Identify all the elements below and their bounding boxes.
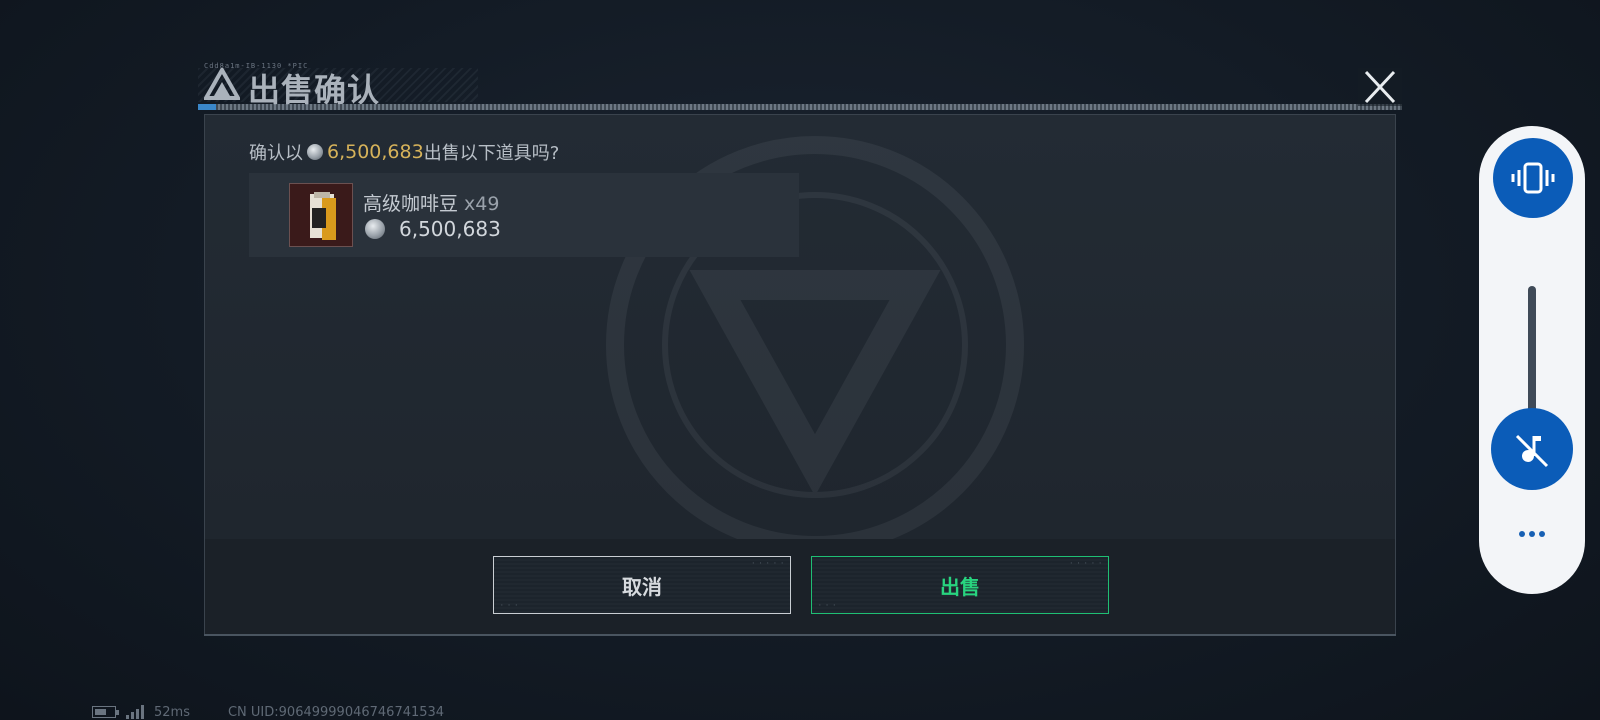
cancel-label: 取消 <box>622 574 662 599</box>
item-price-row: 6,500,683 <box>363 217 501 241</box>
more-icon <box>1539 531 1545 537</box>
signal-icon <box>126 705 144 719</box>
title-divider-accent <box>198 104 216 110</box>
more-button[interactable] <box>1512 524 1552 544</box>
cancel-button[interactable]: · · · · · · · · 取消 <box>493 556 791 614</box>
triangle-logo-icon <box>204 68 240 100</box>
music-mute-button[interactable] <box>1491 408 1573 490</box>
title-divider <box>198 104 1402 110</box>
close-button[interactable] <box>1358 68 1402 106</box>
close-icon <box>1364 70 1396 104</box>
more-icon <box>1519 531 1525 537</box>
dialog-footer <box>205 539 1395 635</box>
button-decoration: · · · <box>818 602 837 609</box>
status-bar: 52ms CN UID:90649999046746741534 <box>92 704 444 720</box>
button-decoration: · · · · · <box>1069 560 1102 567</box>
battery-icon <box>92 706 119 718</box>
confirm-message: 确认以 6,500,683 出售以下道具吗? <box>249 139 559 165</box>
item-price: 6,500,683 <box>399 217 501 241</box>
button-decoration: · · · · · <box>751 560 784 567</box>
confirm-amount: 6,500,683 <box>327 141 424 163</box>
more-icon <box>1529 531 1535 537</box>
game-screen: Cdd8a1m-IB-1130 *PIC 出售确认 确认以 6,500,683 … <box>0 0 1600 720</box>
coffee-bean-item-icon <box>289 183 353 247</box>
panel-bottom-border <box>204 634 1396 636</box>
sell-button[interactable]: · · · · · · · · 出售 <box>811 556 1109 614</box>
sell-label: 出售 <box>940 574 980 599</box>
confirm-prefix: 确认以 <box>249 143 303 164</box>
ping-value: 52ms <box>154 704 190 720</box>
coin-icon <box>365 219 385 239</box>
confirm-suffix: 出售以下道具吗? <box>423 143 560 164</box>
item-name: 高级咖啡豆 <box>363 193 459 215</box>
item-name-row: 高级咖啡豆 x49 <box>363 189 499 216</box>
vibrate-icon <box>1511 162 1555 194</box>
vibrate-button[interactable] <box>1493 138 1573 218</box>
volume-side-panel <box>1479 126 1585 594</box>
item-card[interactable]: 高级咖啡豆 x49 6,500,683 <box>249 173 799 257</box>
item-quantity: x49 <box>464 193 500 215</box>
music-mute-icon <box>1515 434 1549 468</box>
button-decoration: · · · <box>500 602 519 609</box>
player-uid: CN UID:90649999046746741534 <box>227 704 445 720</box>
dialog-panel: 确认以 6,500,683 出售以下道具吗? 高级咖啡豆 x49 6,500,68… <box>204 114 1396 636</box>
dialog-title-bar: Cdd8a1m-IB-1130 *PIC 出售确认 <box>198 62 1402 112</box>
coin-icon <box>307 144 323 160</box>
